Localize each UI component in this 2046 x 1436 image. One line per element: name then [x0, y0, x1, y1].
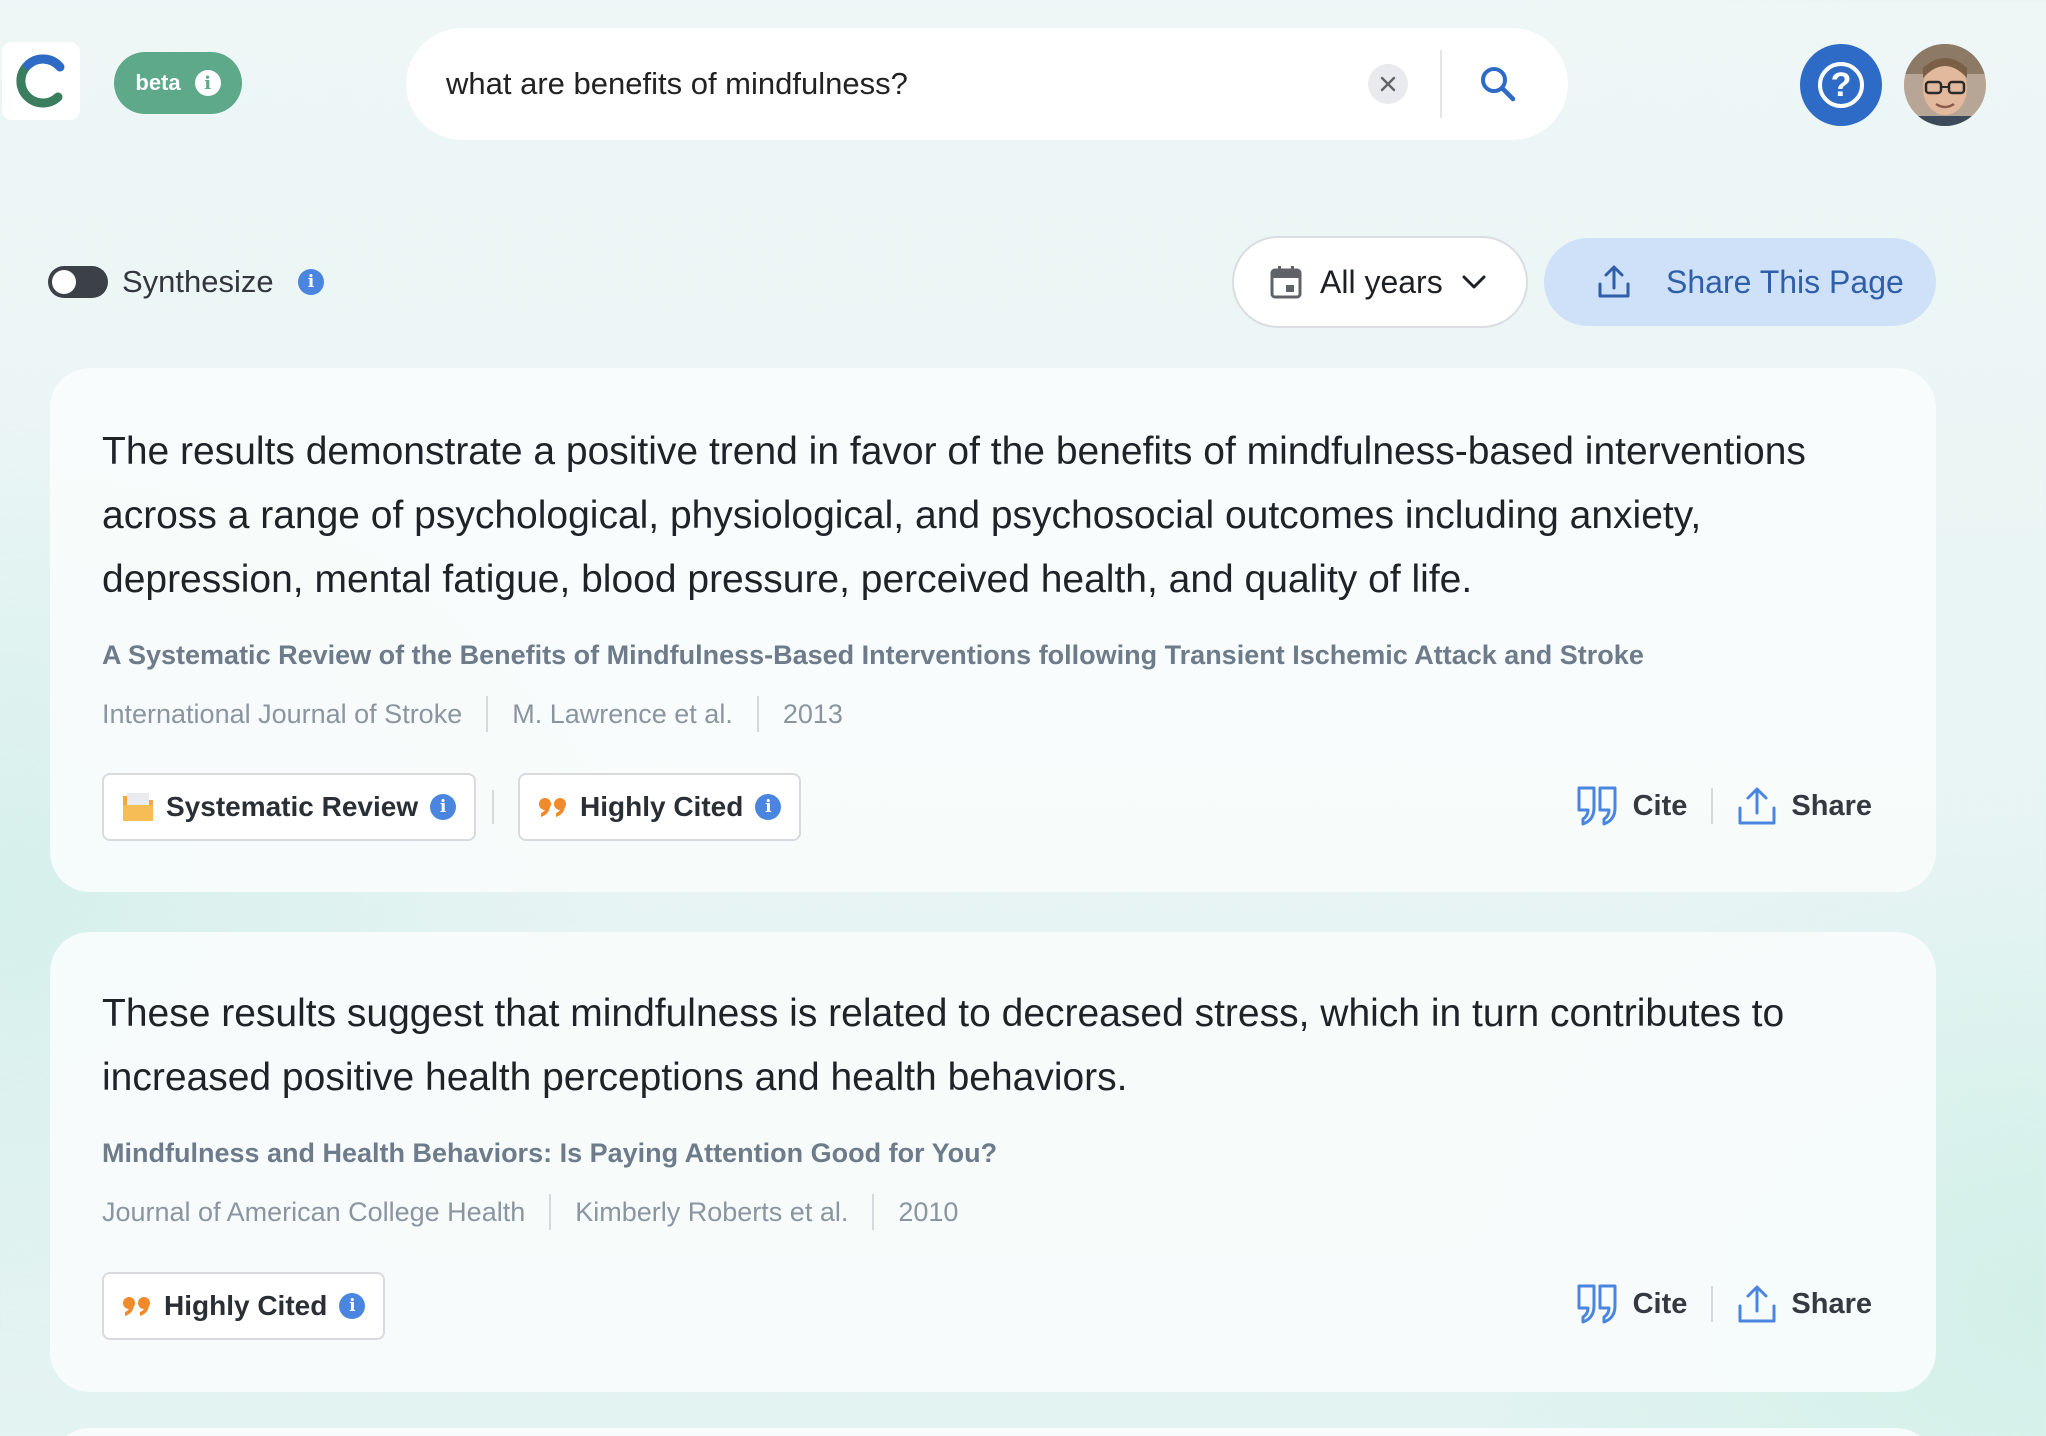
info-icon[interactable]: i — [339, 1293, 366, 1319]
cite-label: Cite — [1632, 1287, 1688, 1320]
logo[interactable] — [2, 42, 80, 120]
year-filter-dropdown[interactable]: All years — [1232, 236, 1528, 328]
action-divider — [1711, 788, 1714, 824]
cite-quote-icon — [1577, 1284, 1617, 1324]
result-claim: These results suggest that mindfulness i… — [102, 992, 1785, 1099]
info-icon: i — [194, 70, 221, 96]
publication-year: 2013 — [782, 698, 843, 729]
info-icon[interactable]: i — [755, 794, 782, 820]
clear-search-button[interactable] — [1368, 64, 1408, 104]
beta-badge[interactable]: beta i — [114, 52, 242, 114]
badge-label: Highly Cited — [164, 1290, 328, 1321]
share-label: Share — [1791, 1287, 1872, 1320]
consensus-logo-icon — [16, 54, 65, 108]
beta-label: beta — [135, 70, 181, 95]
share-this-page-label: Share This Page — [1666, 263, 1904, 300]
meta-divider — [872, 1194, 875, 1230]
journal-name: Journal of American College Health — [102, 1196, 526, 1227]
upload-share-icon — [1738, 1285, 1776, 1323]
cite-button[interactable]: Cite — [1577, 1284, 1688, 1324]
cite-label: Cite — [1632, 789, 1688, 822]
share-this-page-button[interactable]: Share This Page — [1544, 238, 1936, 326]
synthesize-label: Synthesize — [122, 264, 274, 299]
paper-title-link[interactable]: Mindfulness and Health Behaviors: Is Pay… — [102, 1138, 997, 1169]
info-icon[interactable]: i — [430, 794, 457, 820]
authors: Kimberly Roberts et al. — [575, 1196, 849, 1227]
badge-divider — [492, 790, 494, 824]
search-button[interactable] — [1474, 60, 1522, 108]
badge-label: Highly Cited — [580, 791, 744, 822]
cite-button[interactable]: Cite — [1577, 786, 1688, 826]
authors: M. Lawrence et al. — [512, 698, 733, 729]
chevron-down-icon — [1462, 275, 1486, 289]
paper-meta: Journal of American College Health Kimbe… — [102, 1194, 958, 1230]
publication-year: 2010 — [898, 1196, 959, 1227]
paper-title-link[interactable]: A Systematic Review of the Benefits of M… — [102, 640, 1644, 671]
year-filter-label: All years — [1320, 263, 1443, 300]
upload-share-icon — [1738, 787, 1776, 825]
paper-meta: International Journal of Stroke M. Lawre… — [102, 696, 843, 732]
info-icon[interactable]: i — [298, 269, 324, 295]
result-card — [50, 1428, 1936, 1436]
badge-label: Systematic Review — [166, 791, 419, 822]
highly-cited-badge[interactable]: Highly Cited i — [518, 773, 802, 841]
result-card: These results suggest that mindfulness i… — [50, 932, 1936, 1392]
search-icon — [1481, 67, 1516, 102]
toggle-knob — [52, 270, 76, 294]
upload-share-icon — [1598, 265, 1630, 298]
search-divider — [1440, 50, 1442, 118]
synthesize-toggle[interactable] — [48, 266, 108, 298]
quote-icon — [539, 798, 566, 817]
meta-divider — [486, 696, 489, 732]
result-card: The results demonstrate a positive trend… — [50, 368, 1936, 892]
meta-divider — [549, 1194, 552, 1230]
share-label: Share — [1791, 789, 1872, 822]
cite-quote-icon — [1577, 786, 1617, 826]
meta-divider — [756, 696, 759, 732]
journal-name: International Journal of Stroke — [102, 698, 463, 729]
quote-icon — [123, 1297, 150, 1316]
result-actions: Cite Share — [1577, 1284, 1872, 1324]
avatar[interactable] — [1904, 44, 1986, 126]
action-divider — [1711, 1286, 1714, 1322]
share-button[interactable]: Share — [1737, 1284, 1872, 1324]
result-claim: The results demonstrate a positive trend… — [102, 430, 1806, 601]
user-avatar-icon — [1904, 44, 1986, 126]
close-icon — [1380, 76, 1396, 92]
search-input[interactable]: what are benefits of mindfulness? — [446, 28, 908, 140]
systematic-review-badge[interactable]: Systematic Review i — [102, 773, 477, 841]
search-bar: what are benefits of mindfulness? — [406, 28, 1568, 140]
question-mark-icon: ? — [1818, 62, 1864, 108]
highly-cited-badge[interactable]: Highly Cited i — [102, 1272, 386, 1340]
calendar-icon — [1270, 266, 1302, 299]
help-button[interactable]: ? — [1800, 44, 1882, 126]
share-button[interactable]: Share — [1737, 786, 1872, 826]
result-actions: Cite Share — [1577, 786, 1872, 826]
folder-icon — [123, 793, 153, 821]
